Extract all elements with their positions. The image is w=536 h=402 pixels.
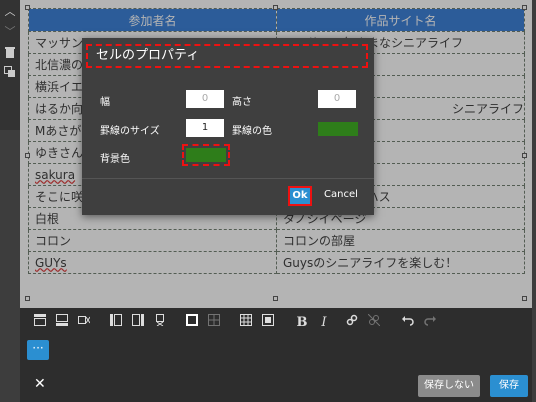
border-size-input[interactable]: 1	[186, 119, 224, 137]
insert-column-right-icon[interactable]	[128, 314, 148, 332]
copy-icon[interactable]	[0, 66, 20, 82]
ok-button[interactable]: Ok	[288, 186, 312, 206]
insert-column-left-icon[interactable]	[106, 314, 126, 332]
height-label: 高さ	[232, 97, 252, 108]
italic-button[interactable]: I	[314, 314, 334, 332]
dialog-divider	[82, 178, 374, 179]
undo-icon[interactable]	[398, 314, 418, 332]
editor-footer: ✕ 保存しない 保存	[20, 368, 532, 402]
unlink-icon[interactable]	[364, 313, 384, 332]
chevron-down-icon[interactable]: ﹀	[0, 24, 20, 40]
link-icon[interactable]	[342, 314, 362, 332]
insert-row-below-icon[interactable]	[52, 314, 72, 332]
trash-icon[interactable]	[0, 46, 20, 62]
width-label: 幅	[100, 97, 110, 108]
discard-button[interactable]: 保存しない	[418, 375, 480, 397]
border-size-label: 罫線のサイズ	[100, 126, 160, 137]
bold-button[interactable]: B	[292, 314, 312, 332]
width-input[interactable]: 0	[186, 90, 224, 108]
dialog-title: セルのプロパティ	[86, 44, 368, 68]
border-color-label: 罫線の色	[232, 126, 272, 137]
table-grid-icon[interactable]	[236, 314, 256, 332]
left-side-bar: ︿ ﹀	[0, 0, 20, 130]
delete-row-icon[interactable]	[74, 314, 94, 332]
cancel-button[interactable]: Cancel	[324, 189, 358, 200]
table-properties-icon[interactable]	[258, 314, 278, 332]
more-options-button[interactable]: ···	[27, 340, 49, 360]
cell-properties-dialog: セルのプロパティ 幅 0 高さ 0 罫線のサイズ 1 罫線の色 背景色 Ok C…	[82, 38, 374, 215]
editor-toolbar: B I ···	[20, 308, 532, 368]
merge-cells-icon[interactable]	[204, 314, 224, 332]
close-icon[interactable]: ✕	[34, 376, 46, 392]
bg-color-swatch[interactable]	[182, 144, 230, 166]
border-color-swatch[interactable]	[318, 122, 358, 136]
cell-border-icon[interactable]	[182, 314, 202, 332]
save-button[interactable]: 保存	[490, 375, 528, 397]
chevron-up-icon[interactable]: ︿	[0, 4, 20, 20]
delete-column-icon[interactable]	[150, 314, 170, 332]
insert-row-above-icon[interactable]	[30, 314, 50, 332]
bg-color-label: 背景色	[100, 154, 130, 165]
redo-icon[interactable]	[420, 314, 440, 332]
height-input[interactable]: 0	[318, 90, 356, 108]
